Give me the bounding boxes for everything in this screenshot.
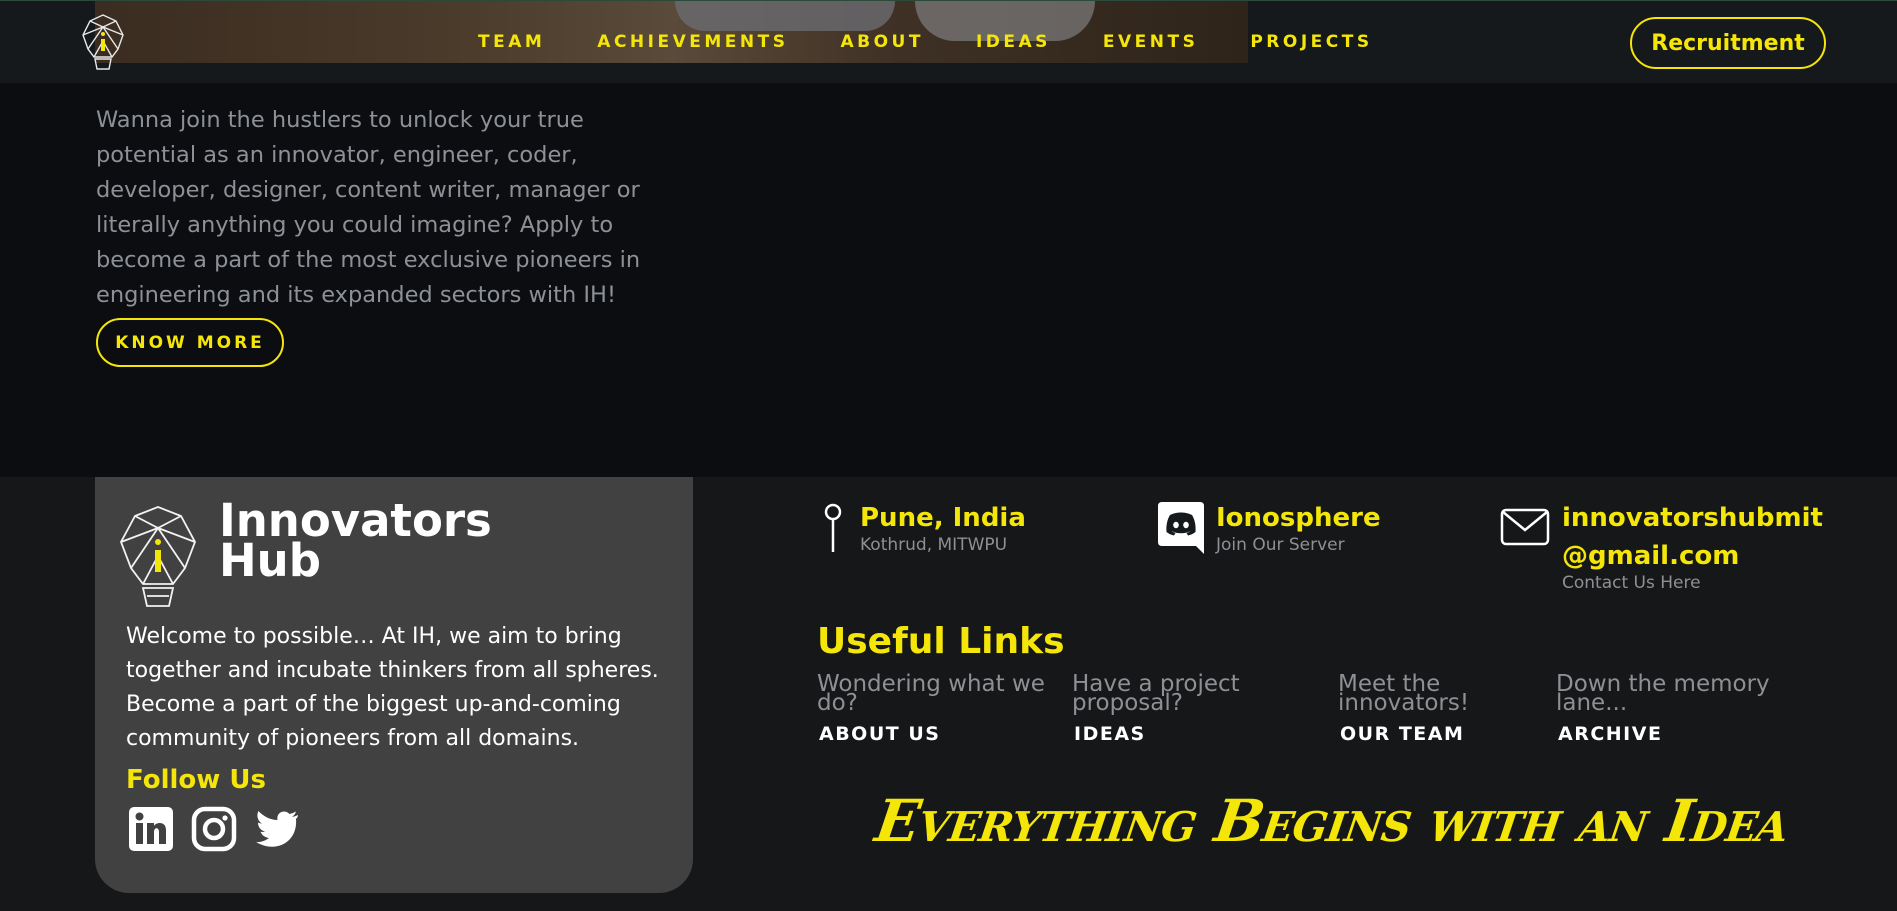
useful-link-question: Meet the innovators! [1338, 671, 1470, 716]
know-more-button[interactable]: KNOW MORE [96, 318, 284, 367]
useful-link-question: Have a project proposal? [1072, 671, 1240, 716]
useful-link-question: Wondering what we do? [817, 671, 1045, 716]
bulb-logo-icon[interactable] [80, 13, 126, 73]
linkedin-icon[interactable] [128, 806, 174, 852]
email-sub: Contact Us Here [1562, 573, 1701, 593]
location-title: Pune, India [860, 503, 1026, 533]
useful-link-team: Meet the innovators! OUR TEAM [1338, 671, 1498, 746]
nav-link-achievements[interactable]: ACHIEVEMENTS [597, 32, 788, 52]
discord-info[interactable]: Ionosphere Join Our Server [1158, 502, 1381, 556]
discord-sub: Join Our Server [1216, 535, 1345, 555]
archive-link[interactable]: ARCHIVE [1558, 723, 1786, 745]
recruitment-button[interactable]: Recruitment [1630, 17, 1826, 69]
nav-link-events[interactable]: EVENTS [1103, 32, 1198, 52]
mail-icon [1500, 508, 1550, 546]
ideas-link[interactable]: IDEAS [1074, 723, 1312, 745]
map-pin-icon [824, 503, 842, 552]
social-links [128, 806, 300, 852]
about-card: Innovators Hub Welcome to possible… At I… [95, 477, 693, 893]
nav-link-ideas[interactable]: IDEAS [976, 32, 1051, 52]
bulb-logo-icon [120, 506, 196, 607]
email-info[interactable]: innovatorshubmit @gmail.com Contact Us H… [1500, 502, 1823, 594]
discord-icon [1158, 502, 1204, 554]
instagram-icon[interactable] [191, 806, 237, 852]
about-us-link[interactable]: ABOUT US [819, 723, 1057, 745]
email-title-line-2: @gmail.com [1562, 541, 1740, 571]
nav-link-about[interactable]: ABOUT [840, 32, 923, 52]
brand-line-2: Hub [219, 534, 321, 587]
useful-link-question: Down the memory lane... [1556, 671, 1770, 716]
useful-links-heading: Useful Links [817, 621, 1065, 662]
brand-name: Innovators Hub [219, 498, 492, 587]
twitter-icon[interactable] [254, 806, 300, 852]
tagline: Everything Begins with an Idea [871, 787, 1793, 855]
useful-link-about: Wondering what we do? ABOUT US [817, 671, 1057, 746]
nav-link-team[interactable]: TEAM [478, 32, 545, 52]
top-navbar: TEAM ACHIEVEMENTS ABOUT IDEAS EVENTS PRO… [0, 0, 1897, 83]
recruitment-intro-text: Wanna join the hustlers to unlock your t… [96, 107, 641, 308]
location-info: Pune, India Kothrud, MITWPU [818, 502, 1026, 556]
footer: Innovators Hub Welcome to possible… At I… [0, 477, 1897, 911]
nav-link-projects[interactable]: PROJECTS [1250, 32, 1372, 52]
about-description: Welcome to possible… At IH, we aim to br… [126, 624, 659, 751]
follow-us-heading: Follow Us [126, 765, 266, 795]
useful-link-archive: Down the memory lane... ARCHIVE [1556, 671, 1786, 746]
our-team-link[interactable]: OUR TEAM [1340, 723, 1498, 745]
email-title-line-1: innovatorshubmit [1562, 503, 1823, 533]
discord-title: Ionosphere [1216, 503, 1381, 533]
useful-link-ideas: Have a project proposal? IDEAS [1072, 671, 1312, 746]
location-sub: Kothrud, MITWPU [860, 535, 1008, 555]
